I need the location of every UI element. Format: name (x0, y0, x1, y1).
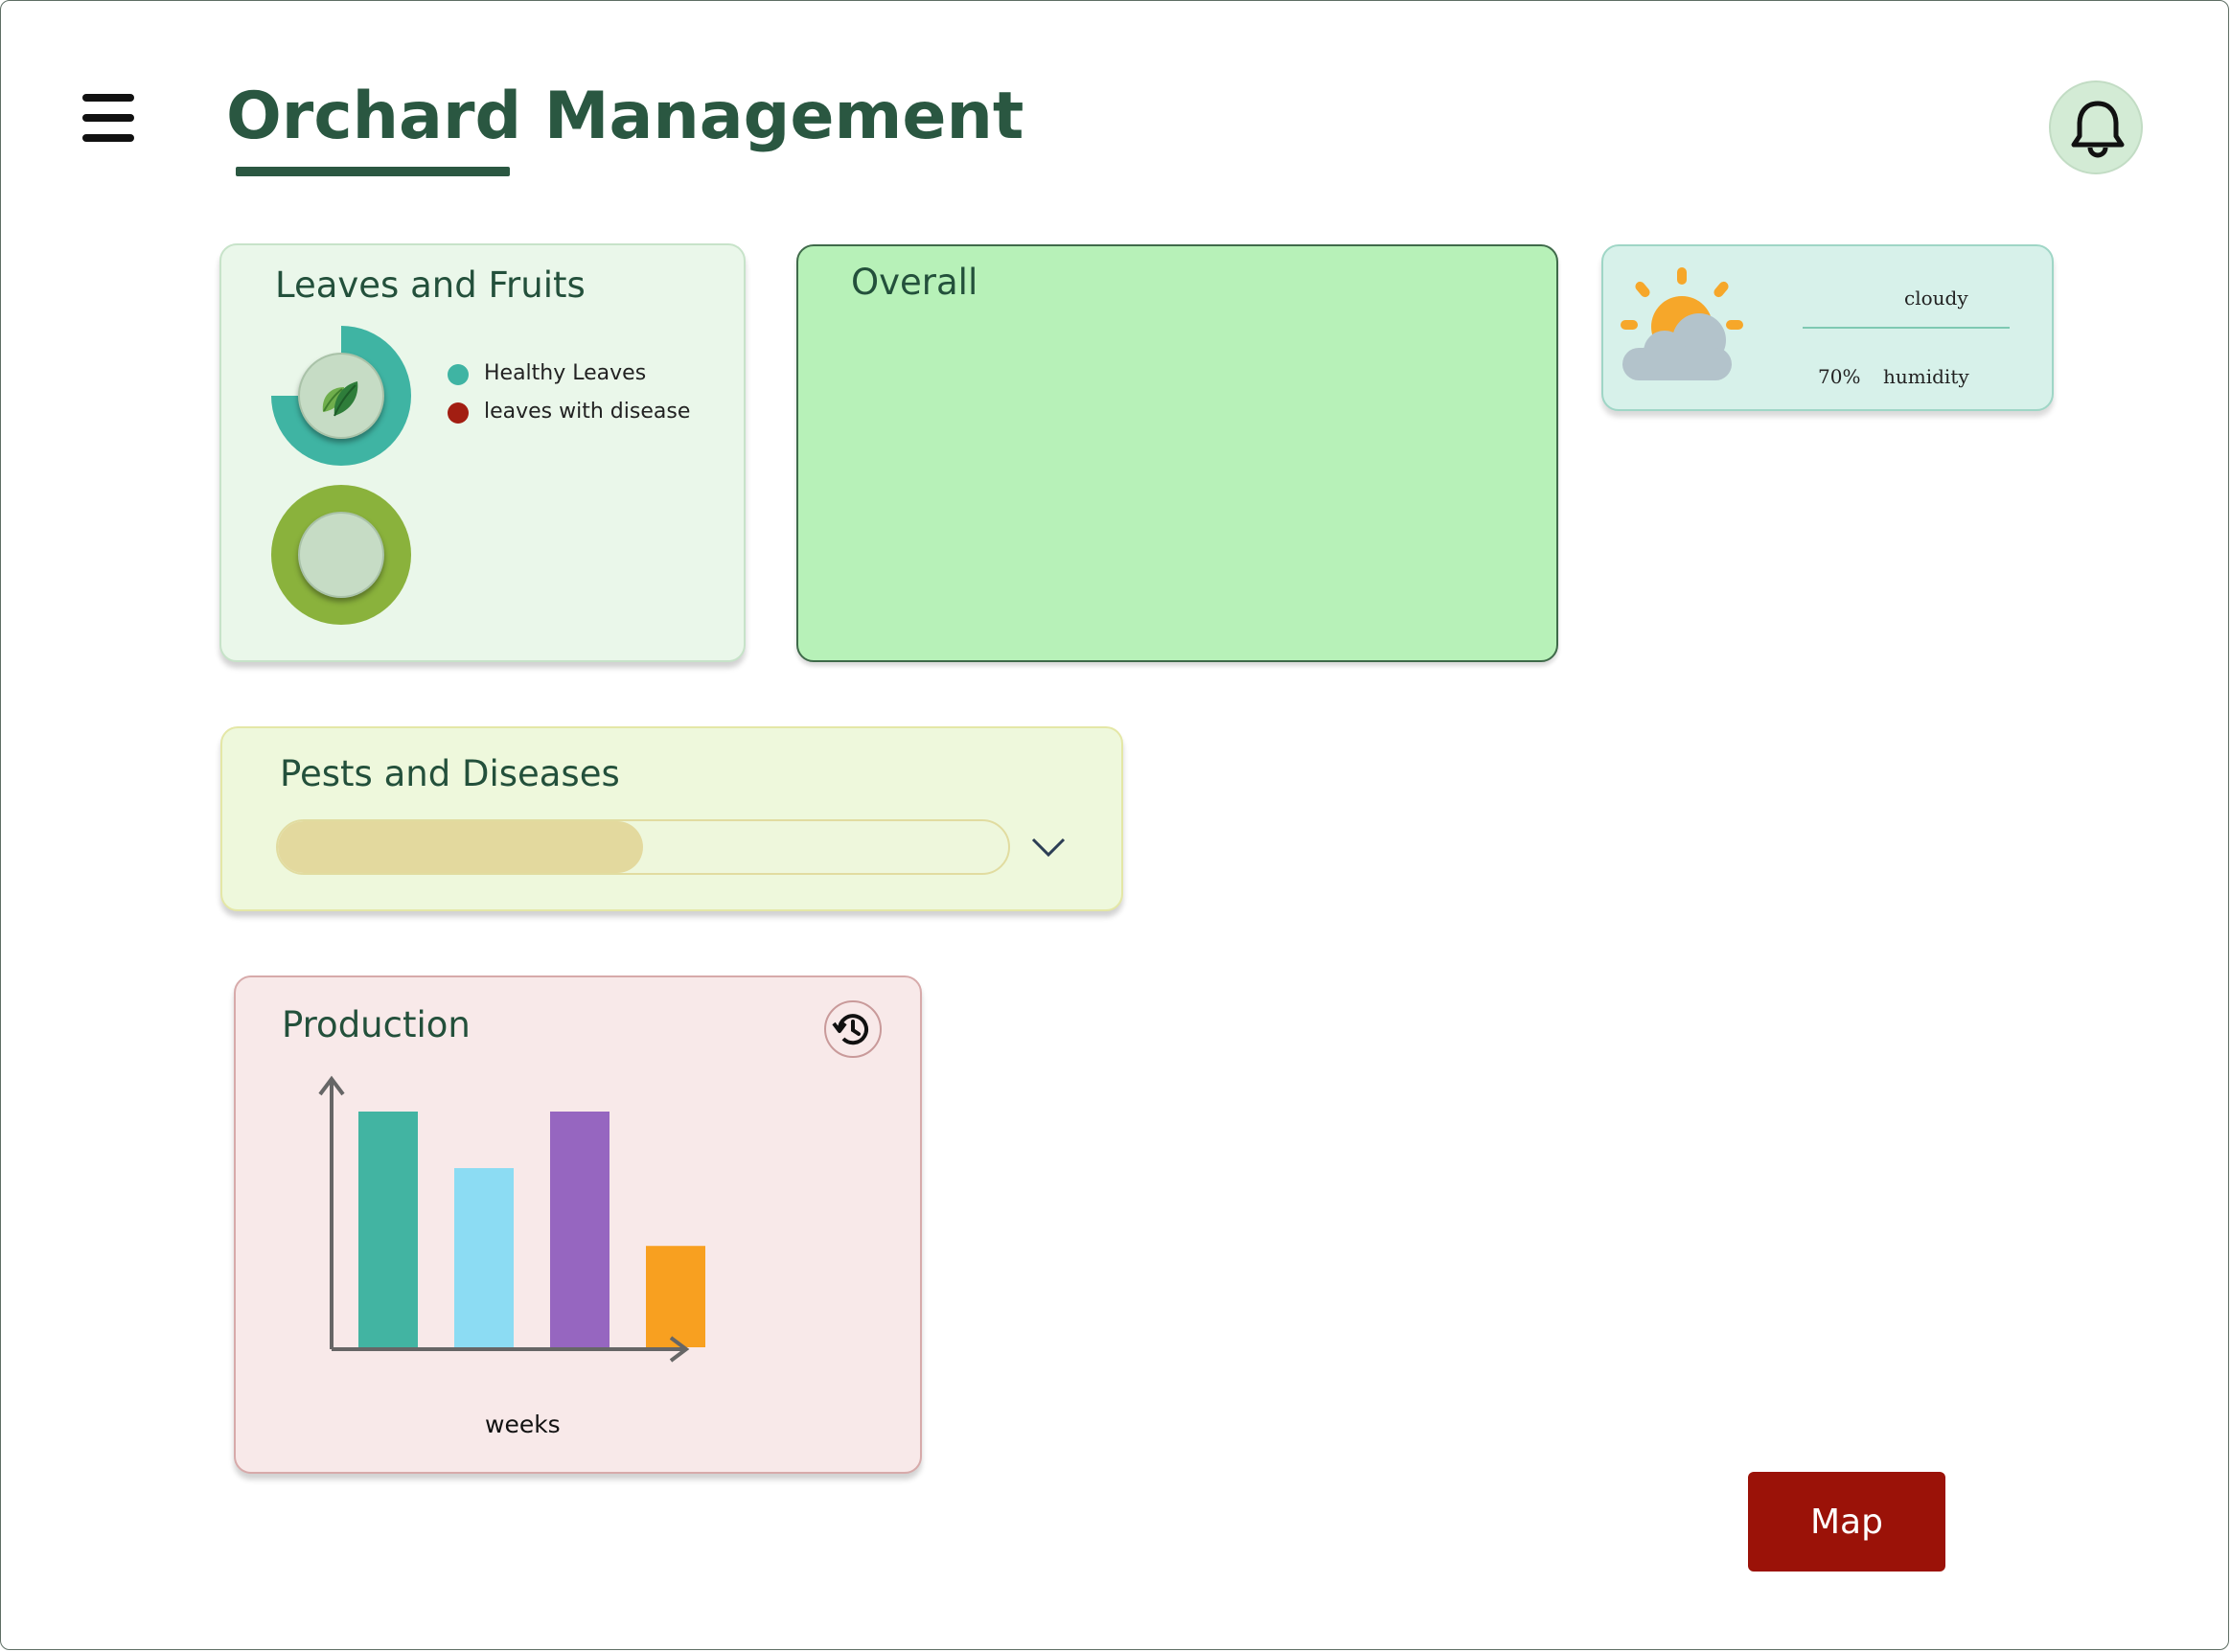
legend-label-disease: leaves with disease (484, 400, 691, 424)
production-bar-1 (358, 1112, 418, 1347)
pests-level-fill (278, 821, 643, 873)
leaves-card-title: Leaves and Fruits (275, 264, 586, 306)
hamburger-menu-icon[interactable] (82, 94, 134, 142)
legend-dot-healthy (448, 364, 469, 385)
humidity-value: 70% (1818, 365, 1861, 388)
legend-label-healthy: Healthy Leaves (484, 361, 647, 385)
weather-condition: cloudy (1904, 287, 1968, 310)
history-button[interactable] (824, 1000, 882, 1058)
bell-icon (2071, 101, 2125, 158)
x-axis-label: weeks (485, 1411, 561, 1438)
overall-card-title: Overall (851, 262, 978, 303)
leaf-icon (322, 381, 358, 417)
notifications-button[interactable] (2049, 80, 2143, 174)
history-icon (832, 1014, 868, 1045)
production-bar-3 (550, 1112, 610, 1347)
pests-diseases-card: Pests and Diseases (220, 726, 1123, 911)
chevron-down-icon[interactable] (1029, 832, 1068, 860)
title-underline (236, 167, 510, 176)
leaves-fruits-card: Leaves and Fruits Healthy Leaves leaves … (219, 243, 746, 662)
weather-divider (1803, 327, 2010, 329)
overall-card[interactable]: Overall (796, 244, 1558, 662)
humidity-label: humidity (1883, 365, 1969, 388)
production-bar-chart (318, 1075, 705, 1363)
production-card: Production weeks (234, 975, 922, 1474)
page-title: Orchard Management (226, 79, 1024, 154)
fruits-ring-center (298, 512, 384, 598)
map-button[interactable]: Map (1748, 1472, 1945, 1572)
production-bar-4 (646, 1246, 705, 1347)
pests-level-bar (276, 819, 1010, 875)
weather-card: cloudy 70% humidity (1601, 244, 2054, 411)
pests-card-title: Pests and Diseases (280, 753, 620, 794)
partly-cloudy-icon (1621, 267, 1743, 380)
production-bar-2 (454, 1168, 514, 1347)
leaves-ring-center (298, 353, 384, 439)
production-card-title: Production (282, 1004, 471, 1045)
legend-dot-disease (448, 402, 469, 424)
